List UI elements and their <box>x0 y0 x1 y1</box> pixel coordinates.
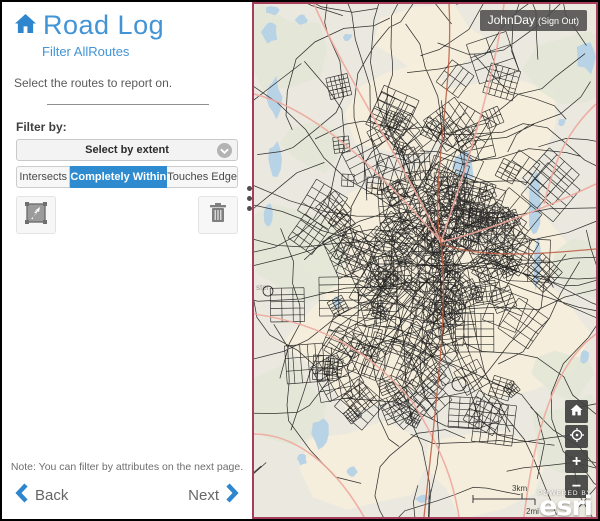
page-subtitle: Filter AllRoutes <box>42 44 252 59</box>
zoom-in-button[interactable]: + <box>565 450 588 473</box>
map-canvas[interactable]: Worcesterster3km2mi <box>254 4 596 517</box>
chevron-down-icon[interactable] <box>217 143 232 158</box>
filter-by-label: Filter by: <box>16 120 252 134</box>
app-header: Road Log <box>14 10 252 41</box>
sign-out-link[interactable]: (Sign Out) <box>538 16 579 26</box>
chevron-right-icon <box>226 483 239 508</box>
next-label: Next <box>188 487 219 504</box>
road-log-app-window: Road Log Filter AllRoutes Select the rou… <box>0 0 600 521</box>
map-home-button[interactable] <box>565 400 588 423</box>
tab-touches-edge[interactable]: Touches Edge <box>167 166 238 188</box>
svg-text:2mi: 2mi <box>526 507 539 516</box>
chevron-left-icon <box>15 483 28 508</box>
map-panel: Worcesterster3km2mi JohnDay(Sign Out) <box>252 2 598 519</box>
back-label: Back <box>35 487 68 504</box>
next-button[interactable]: Next <box>188 483 239 508</box>
home-icon[interactable] <box>14 13 37 39</box>
footnote-text: Note: You can filter by attributes on th… <box>2 461 252 473</box>
username: JohnDay <box>488 13 535 27</box>
locate-icon <box>570 428 584 446</box>
svg-text:3km: 3km <box>512 484 527 493</box>
trash-icon <box>207 201 229 230</box>
clear-selection-button[interactable] <box>198 196 238 234</box>
filter-panel: Road Log Filter AllRoutes Select the rou… <box>2 2 252 519</box>
zoom-out-button[interactable]: − <box>565 475 588 498</box>
map-controls: + − <box>565 400 588 498</box>
app-title: Road Log <box>43 10 164 41</box>
select-rectangle-icon <box>24 201 48 230</box>
divider <box>47 104 209 105</box>
back-button[interactable]: Back <box>15 483 68 508</box>
instruction-text: Select the routes to report on. <box>14 76 252 90</box>
locate-button[interactable] <box>565 425 588 448</box>
tab-intersects[interactable]: Intersects <box>16 166 70 188</box>
selection-tools <box>16 196 238 234</box>
tab-completely-within[interactable]: Completely Within <box>70 166 167 188</box>
user-badge: JohnDay(Sign Out) <box>480 10 587 31</box>
spatial-filter-tabs: Intersects Completely Within Touches Edg… <box>16 166 238 188</box>
home-extent-icon <box>570 404 583 420</box>
dropdown-selected-value: Select by extent <box>85 144 169 156</box>
select-by-extent-dropdown[interactable]: Select by extent <box>16 139 238 161</box>
select-by-rectangle-button[interactable] <box>16 196 56 234</box>
